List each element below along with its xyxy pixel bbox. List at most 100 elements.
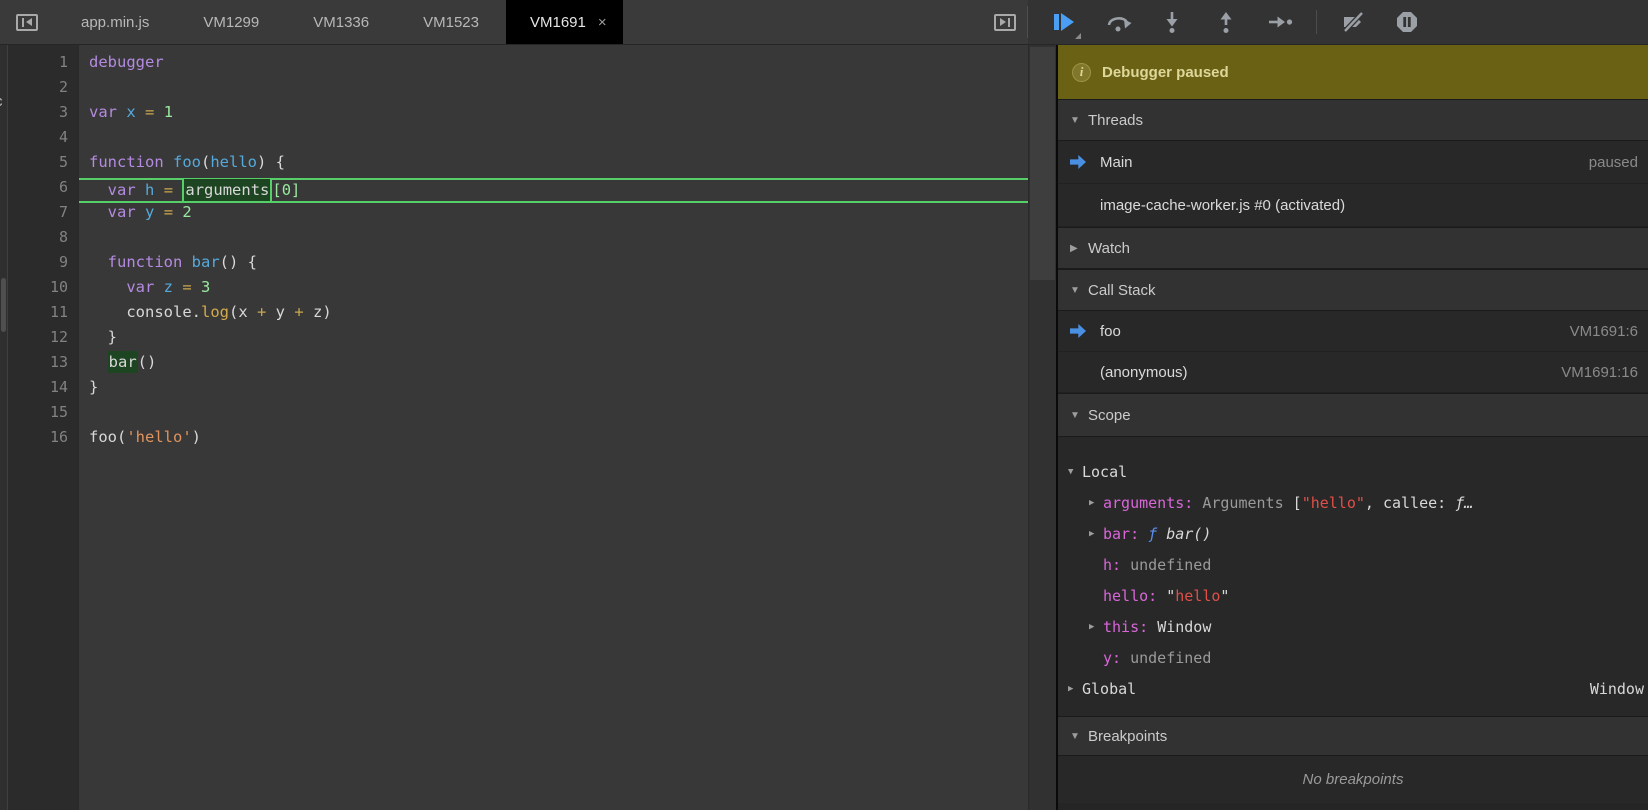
line-number[interactable]: 14 — [8, 378, 78, 403]
thread-row[interactable]: Mainpaused — [1058, 141, 1648, 184]
code-line[interactable]: var y = 2 — [79, 203, 1028, 228]
code-line-paused[interactable]: var h = arguments[0] — [79, 178, 1028, 203]
resume-button[interactable] — [1044, 5, 1084, 39]
call-stack-row[interactable]: fooVM1691:6 — [1058, 311, 1648, 352]
collapse-navigator-button[interactable] — [0, 0, 54, 44]
scope-segment — [1157, 587, 1166, 605]
code-token: ( — [201, 153, 210, 171]
section-header-watch[interactable]: ▶ Watch — [1058, 227, 1648, 269]
step-icon — [1267, 10, 1293, 34]
line-number[interactable]: 2 — [8, 78, 78, 103]
code-line[interactable]: function bar() { — [79, 253, 1028, 278]
scope-row[interactable]: ▶arguments: Arguments ["hello", callee: … — [1058, 487, 1648, 518]
code-line[interactable] — [79, 128, 1028, 153]
code-line[interactable]: bar() — [79, 353, 1028, 378]
scope-row[interactable]: ▶GlobalWindow — [1058, 673, 1648, 704]
tab-VM1691[interactable]: VM1691× — [506, 0, 623, 44]
scope-row[interactable]: hello: "hello" — [1058, 580, 1648, 611]
line-number[interactable]: 15 — [8, 403, 78, 428]
editor-scrollbar[interactable] — [1028, 45, 1056, 810]
code-token: foo( — [89, 428, 126, 446]
code-token: = — [182, 278, 191, 296]
chevron-right-icon[interactable]: ▶ — [1089, 529, 1103, 539]
section-header-breakpoints[interactable]: ▼ Breakpoints — [1058, 716, 1648, 756]
sidebar-filler — [1058, 803, 1648, 810]
step-out-button[interactable] — [1206, 5, 1246, 39]
line-number[interactable]: 12 — [8, 328, 78, 353]
code-token — [89, 181, 108, 199]
code-line[interactable]: function foo(hello) { — [79, 153, 1028, 178]
section-title: Watch — [1088, 240, 1130, 257]
chevron-right-icon[interactable]: ▶ — [1068, 684, 1082, 694]
editor-scrollbar-thumb[interactable] — [1030, 47, 1055, 280]
line-number[interactable]: 4 — [8, 128, 78, 153]
code-pane[interactable]: debugger var x = 1 function foo(hello) { v… — [79, 45, 1028, 810]
section-header-threads[interactable]: ▼ Threads — [1058, 99, 1648, 141]
scope-row[interactable]: ▶this: Window — [1058, 611, 1648, 642]
code-token: hello — [210, 153, 257, 171]
code-line[interactable]: debugger — [79, 53, 1028, 78]
scope-segment: arguments: — [1103, 494, 1193, 512]
code-editor[interactable]: c 12345678910111213141516 debuggervar x … — [0, 45, 1056, 810]
line-number[interactable]: 3 — [8, 103, 78, 128]
section-header-call-stack[interactable]: ▼ Call Stack — [1058, 269, 1648, 311]
tab-label: app.min.js — [81, 14, 149, 31]
call-stack-detail: VM1691:6 — [1570, 323, 1638, 340]
scope-row[interactable]: ▼Local — [1058, 456, 1648, 487]
close-icon[interactable]: × — [598, 14, 607, 31]
deactivate-breakpoints-button[interactable] — [1333, 5, 1373, 39]
scope-segment — [1148, 618, 1157, 636]
line-number[interactable]: 16 — [8, 428, 78, 453]
line-number[interactable]: 5 — [8, 153, 78, 178]
step-into-button[interactable] — [1152, 5, 1192, 39]
line-number[interactable]: 6 — [8, 178, 78, 203]
code-line[interactable]: } — [79, 378, 1028, 403]
scope-row[interactable]: h: undefined — [1058, 549, 1648, 580]
code-line[interactable]: foo('hello') — [79, 428, 1028, 453]
code-token: ) — [192, 428, 201, 446]
toolbar-divider — [1027, 6, 1028, 38]
line-number[interactable]: 9 — [8, 253, 78, 278]
code-token: } — [89, 328, 117, 346]
line-number[interactable]: 10 — [8, 278, 78, 303]
line-number[interactable]: 8 — [8, 228, 78, 253]
tab-app.min.js[interactable]: app.min.js — [54, 0, 176, 44]
line-number[interactable]: 11 — [8, 303, 78, 328]
code-line[interactable] — [79, 403, 1028, 428]
tab-VM1299[interactable]: VM1299 — [176, 0, 286, 44]
navigator-scrollbar-thumb[interactable] — [1, 278, 6, 332]
code-line[interactable]: var x = 1 — [79, 103, 1028, 128]
chevron-right-icon: ▶ — [1070, 243, 1080, 254]
code-token: foo — [173, 153, 201, 171]
step-over-button[interactable] — [1098, 5, 1138, 39]
scope-segment: ƒ… — [1455, 494, 1473, 512]
code-line[interactable]: } — [79, 328, 1028, 353]
chevron-down-icon[interactable]: ▼ — [1068, 467, 1082, 477]
call-stack-row[interactable]: (anonymous)VM1691:16 — [1058, 352, 1648, 393]
scope-row[interactable]: y: undefined — [1058, 642, 1648, 673]
code-token — [136, 103, 145, 121]
line-number[interactable]: 7 — [8, 203, 78, 228]
step-button[interactable] — [1260, 5, 1300, 39]
line-number[interactable]: 13 — [8, 353, 78, 378]
chevron-right-icon[interactable]: ▶ — [1089, 498, 1103, 508]
pause-on-exceptions-button[interactable] — [1387, 5, 1427, 39]
section-header-scope[interactable]: ▼ Scope — [1058, 393, 1648, 437]
line-number[interactable]: 1 — [8, 53, 78, 78]
tab-VM1523[interactable]: VM1523 — [396, 0, 506, 44]
chevron-right-icon[interactable]: ▶ — [1089, 622, 1103, 632]
code-token: () { — [220, 253, 257, 271]
code-line[interactable]: console.log(x + y + z) — [79, 303, 1028, 328]
code-line[interactable] — [79, 228, 1028, 253]
code-token — [154, 103, 163, 121]
collapse-sources-panel-button[interactable] — [983, 0, 1027, 44]
scope-segment: [ — [1293, 494, 1302, 512]
code-line[interactable]: var z = 3 — [79, 278, 1028, 303]
thread-label: image-cache-worker.js #0 (activated) — [1100, 197, 1345, 214]
code-line[interactable] — [79, 78, 1028, 103]
thread-row[interactable]: image-cache-worker.js #0 (activated) — [1058, 184, 1648, 227]
tab-label: VM1299 — [203, 14, 259, 31]
section-title: Breakpoints — [1088, 728, 1167, 745]
tab-VM1336[interactable]: VM1336 — [286, 0, 396, 44]
scope-row[interactable]: ▶bar: ƒ bar() — [1058, 518, 1648, 549]
